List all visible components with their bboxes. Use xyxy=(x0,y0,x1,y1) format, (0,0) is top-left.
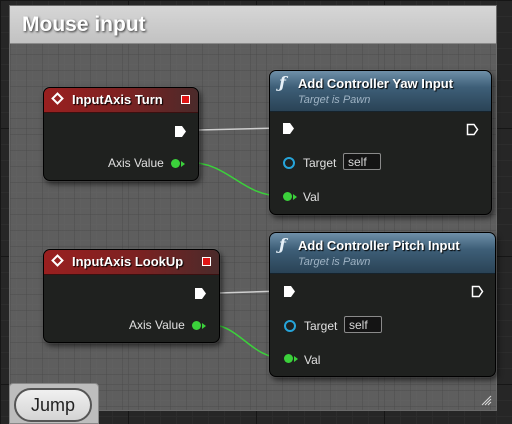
val-pin-icon[interactable] xyxy=(284,354,293,363)
axis-value-pin-icon[interactable] xyxy=(192,321,201,330)
input-axis-lookup-node[interactable]: InputAxis LookUp Axis Value xyxy=(43,249,220,343)
function-title: Add Controller Yaw Input xyxy=(298,76,454,91)
add-controller-yaw-input-node[interactable]: ƒ Add Controller Yaw Input Target is Paw… xyxy=(269,70,492,215)
target-self-input[interactable]: self xyxy=(343,153,381,170)
exec-in-pin-icon[interactable] xyxy=(282,122,295,135)
exec-out-pin-icon[interactable] xyxy=(466,123,479,136)
exec-out-pin-icon[interactable] xyxy=(194,287,207,300)
target-label: Target xyxy=(304,319,338,333)
delegate-pin-icon[interactable] xyxy=(181,95,190,104)
pin-arrow-icon xyxy=(181,161,185,167)
event-header: InputAxis Turn xyxy=(44,88,198,113)
input-axis-turn-node[interactable]: InputAxis Turn Axis Value xyxy=(43,87,199,181)
val-label: Val xyxy=(303,190,320,204)
function-icon: ƒ xyxy=(279,73,286,92)
exec-in-pin-icon[interactable] xyxy=(283,285,296,298)
function-header: ƒ Add Controller Yaw Input Target is Paw… xyxy=(270,71,491,112)
jump-tab-button[interactable]: Jump xyxy=(14,388,92,422)
axis-value-pin-icon[interactable] xyxy=(171,159,180,168)
val-label: Val xyxy=(304,353,321,367)
event-diamond-icon xyxy=(51,254,64,267)
pin-arrow-icon xyxy=(293,194,297,200)
axis-value-label: Axis Value xyxy=(108,156,164,170)
event-header: InputAxis LookUp xyxy=(44,250,219,275)
event-title: InputAxis Turn xyxy=(72,92,163,107)
target-pin-icon[interactable] xyxy=(284,320,296,332)
target-label: Target xyxy=(303,156,337,170)
function-subtitle: Target is Pawn xyxy=(298,94,371,106)
event-title: InputAxis LookUp xyxy=(72,254,184,269)
float-wire-turn-yaw xyxy=(185,161,283,197)
function-subtitle: Target is Pawn xyxy=(298,256,371,268)
exec-out-pin-icon[interactable] xyxy=(471,285,484,298)
event-diamond-icon xyxy=(51,92,64,105)
function-icon: ƒ xyxy=(279,235,286,254)
exec-out-pin-icon[interactable] xyxy=(174,125,187,138)
exec-wire-turn-yaw xyxy=(197,127,281,131)
add-controller-pitch-input-node[interactable]: ƒ Add Controller Pitch Input Target is P… xyxy=(269,232,496,377)
pin-arrow-icon xyxy=(202,323,206,329)
val-pin-icon[interactable] xyxy=(283,192,292,201)
function-header: ƒ Add Controller Pitch Input Target is P… xyxy=(270,233,495,274)
target-self-input[interactable]: self xyxy=(344,316,382,333)
axis-value-label: Axis Value xyxy=(129,318,185,332)
pin-arrow-icon xyxy=(294,356,298,362)
target-pin-icon[interactable] xyxy=(283,157,295,169)
delegate-pin-icon[interactable] xyxy=(202,257,211,266)
function-title: Add Controller Pitch Input xyxy=(298,238,460,253)
